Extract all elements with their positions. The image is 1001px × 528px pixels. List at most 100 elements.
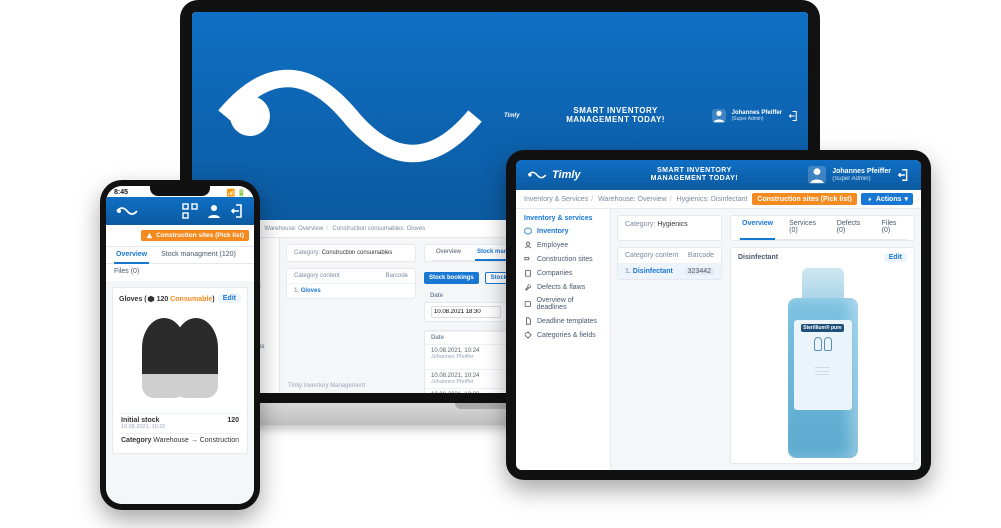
glove-right	[174, 318, 218, 398]
stock-count: 120	[157, 295, 169, 302]
kv-category: Category Warehouse → Construction	[119, 433, 241, 447]
brand-name: Timly	[504, 113, 520, 119]
kv-initial-stock: Initial stock 10.08.2021, 10:22 120	[119, 413, 241, 433]
sidebar-item-label: Construction sites	[537, 256, 593, 263]
bottle-illustration: Sterillium® pure ─────────────────────	[780, 268, 866, 458]
content-header: Category content Barcode	[287, 269, 415, 283]
users-icon	[524, 241, 532, 249]
building-icon	[524, 269, 532, 277]
tab-stock[interactable]: Stock managment (120)	[159, 247, 238, 263]
consumable-tag: Consumable	[170, 295, 212, 302]
tab-services[interactable]: Services (0)	[787, 216, 823, 239]
kv-date: 10.08.2021, 10:22	[121, 424, 165, 430]
qr-icon[interactable]	[182, 203, 198, 219]
cube-icon	[524, 227, 532, 235]
card-area: Gloves ( 120 Consumable) Edit Initial st…	[106, 281, 254, 504]
logout-icon[interactable]	[897, 168, 911, 182]
chip-bookings[interactable]: Stock bookings	[424, 272, 479, 284]
edit-button[interactable]: Edit	[884, 253, 907, 262]
crumb-1[interactable]: Warehouse: Overview	[264, 226, 323, 232]
category-label: Category:	[294, 250, 320, 256]
card-header: Gloves ( 120 Consumable) Edit	[119, 294, 241, 303]
construction-sites-button[interactable]: Construction sites (Pick list)	[752, 193, 857, 205]
kv-value: 120	[227, 417, 239, 430]
content-item[interactable]: 1. Gloves	[287, 283, 415, 298]
bottle-label: Sterillium® pure ─────────────────────	[794, 320, 852, 410]
user-role: (Super Admin)	[732, 117, 782, 123]
sidebar-item-deadlines[interactable]: Overview of deadlines	[516, 294, 610, 314]
logo-icon	[526, 168, 548, 182]
user-name: Johannes Pfeiffer	[832, 168, 891, 176]
sidebar-item-label: Inventory	[537, 228, 569, 235]
construction-sites-button[interactable]: Construction sites (Pick list)	[141, 230, 249, 241]
topbar: Timly SMART INVENTORY MANAGEMENT TODAY! …	[516, 160, 921, 190]
avatar-icon[interactable]	[808, 166, 826, 184]
logout-icon[interactable]	[230, 203, 246, 219]
calendar-icon	[524, 300, 532, 308]
sidebar-item-construction[interactable]: Construction sites	[516, 252, 610, 266]
breadcrumb-row: Inventory & Services/ Warehouse: Overvie…	[516, 190, 921, 209]
title-prefix: Gloves (	[119, 295, 147, 302]
logout-icon[interactable]	[788, 110, 800, 122]
category-label: Category:	[625, 221, 655, 228]
category-content-col: Category content Barcode 1. Disinfectant…	[617, 247, 722, 464]
bottle-label-title: Sterillium® pure	[801, 324, 844, 332]
sidebar-item-templates[interactable]: Deadline templates	[516, 314, 610, 328]
top-actions: Construction sites (Pick list) Actions ▾	[752, 193, 913, 205]
category-panel: Category: Hygienics	[617, 215, 722, 241]
tab-overview[interactable]: Overview	[434, 245, 463, 260]
sidebar-item-categories[interactable]: Categories & fields	[516, 328, 610, 342]
product-image: Sterillium® pure ─────────────────────	[738, 266, 907, 458]
kv-label: Category	[121, 437, 151, 444]
avatar-icon[interactable]	[712, 109, 726, 123]
detail-panel: Disinfectant Edit Sterillium® pure ────	[730, 247, 915, 464]
phone-device: 8:45 📶 🔋 Construction sites (Pick list) …	[100, 180, 260, 510]
tab-files[interactable]: Files (0)	[880, 216, 905, 239]
tagline: SMART INVENTORY MANAGEMENT TODAY!	[566, 107, 665, 125]
crumb-0[interactable]: Inventory & Services	[524, 196, 588, 203]
category-value: Hygienics	[657, 221, 687, 228]
content-row: Category content Barcode 1. Disinfectant…	[611, 247, 921, 470]
content-heading: Category content	[625, 252, 678, 259]
tab-overview[interactable]: Overview	[740, 216, 775, 239]
sidebar-item-label: Employee	[537, 242, 568, 249]
box-icon	[147, 295, 155, 303]
tab-overview[interactable]: Overview	[114, 247, 149, 263]
actions-label: Actions	[876, 196, 902, 203]
product-image	[119, 303, 241, 413]
crumb-2: Construction consumables: Gloves	[333, 226, 426, 232]
construction-btn-label: Construction sites (Pick list)	[156, 232, 244, 239]
tabs: Overview Services (0) Defects (0) Files …	[738, 216, 907, 240]
booking-date-input[interactable]	[431, 306, 501, 318]
file-icon	[524, 317, 532, 325]
user-info: Johannes Pfeiffer (Super Admin)	[832, 168, 891, 182]
action-row: Construction sites (Pick list)	[106, 225, 254, 246]
tab-defects[interactable]: Defects (0)	[835, 216, 868, 239]
sidebar-item-label: Defects & flaws	[537, 284, 585, 291]
content-item-label: Gloves	[301, 288, 321, 294]
topbar	[106, 197, 254, 225]
avatar-icon[interactable]	[206, 203, 222, 219]
tagline-line1: SMART INVENTORY	[651, 167, 738, 175]
tag-icon	[524, 331, 532, 339]
tabs-panel: Overview Services (0) Defects (0) Files …	[730, 215, 915, 241]
mh-date: Date	[431, 335, 501, 341]
sidebar-item-employee[interactable]: Employee	[516, 238, 610, 252]
sidebar-item-defects[interactable]: Defects & flaws	[516, 280, 610, 294]
sidebar-item-inventory[interactable]: Inventory	[516, 224, 610, 238]
phone-notch	[150, 186, 210, 196]
kv-value: Warehouse → Construction	[153, 437, 239, 444]
detail-title: Disinfectant	[738, 254, 778, 261]
actions-button[interactable]: Actions ▾	[861, 193, 913, 205]
tab-files[interactable]: Files (0)	[106, 264, 254, 281]
sidebar-item-companies[interactable]: Companies	[516, 266, 610, 280]
crumb-1[interactable]: Warehouse: Overview	[598, 196, 667, 203]
sidebar-item-label: Companies	[537, 270, 572, 277]
content-item[interactable]: 1. Disinfectant 323442	[618, 263, 721, 279]
edit-button[interactable]: Edit	[218, 294, 241, 303]
breadcrumb: Inventory & Services/ Warehouse: Overvie…	[524, 196, 747, 203]
construction-btn-label: Construction sites (Pick list)	[757, 196, 852, 203]
tagline-line2: MANAGEMENT TODAY!	[651, 175, 738, 183]
card-title: Gloves ( 120 Consumable)	[119, 295, 215, 303]
warning-icon	[146, 232, 153, 239]
